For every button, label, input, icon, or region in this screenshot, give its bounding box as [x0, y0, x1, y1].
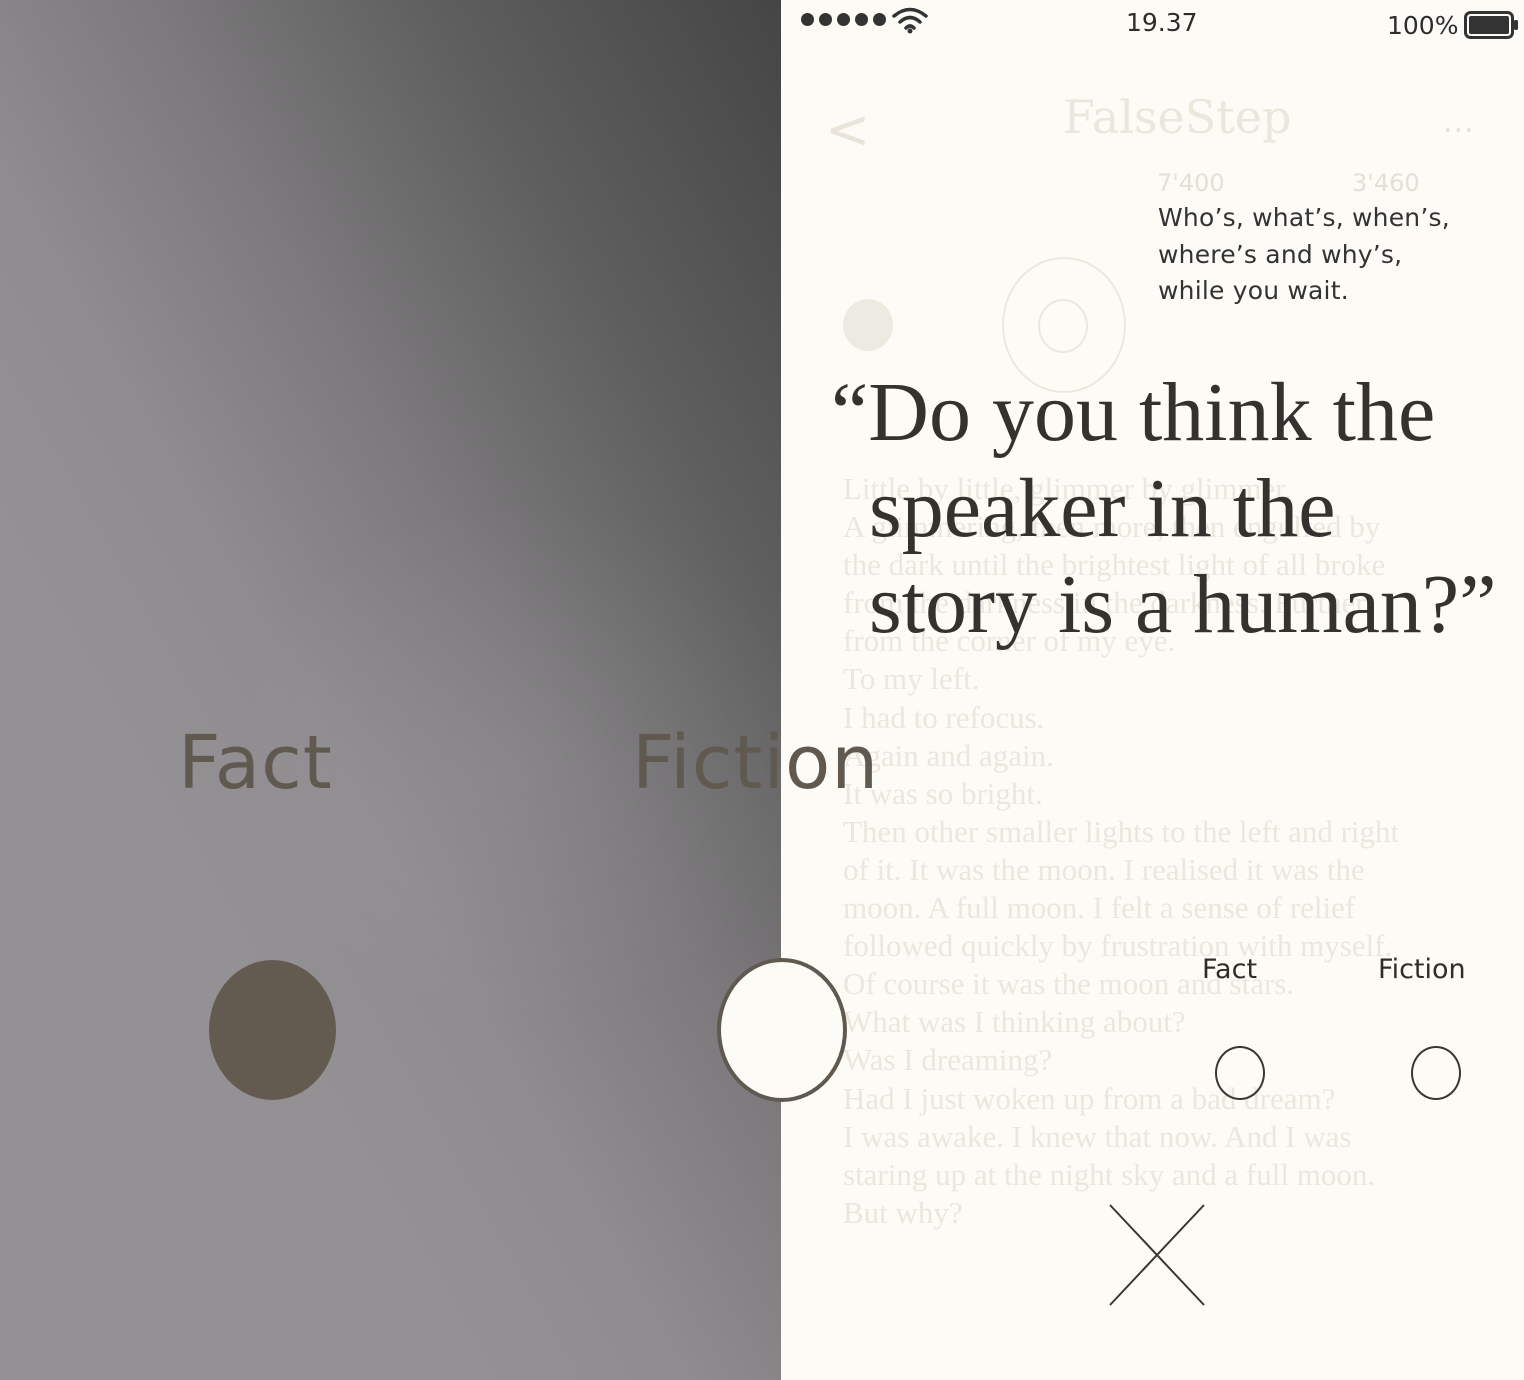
- story-line: To my left.: [843, 661, 980, 697]
- story-line: moon. A full moon. I felt a sense of rel…: [843, 890, 1356, 926]
- stat-value-2: 3'460: [1352, 169, 1420, 197]
- zoomed-fiction-radio[interactable]: [717, 958, 847, 1102]
- fact-option-radio[interactable]: [1215, 1046, 1265, 1100]
- story-line: I was awake. I knew that now. And I was: [843, 1118, 1352, 1154]
- fiction-option-radio[interactable]: [1411, 1046, 1461, 1100]
- story-line: Again and again.: [843, 737, 1054, 773]
- tagline-line: where’s and why’s,: [1158, 239, 1403, 269]
- fiction-option-label: Fiction: [1378, 954, 1466, 985]
- app-title: FalseStep: [1063, 90, 1292, 144]
- story-line: of it. It was the moon. I realised it wa…: [843, 851, 1365, 887]
- zoomed-answer-panel: Fact Fiction: [0, 0, 878, 1380]
- story-line: I had to refocus.: [843, 699, 1045, 735]
- story-line: Was I dreaming?: [843, 1042, 1053, 1078]
- fact-option-label: Fact: [1202, 954, 1258, 985]
- close-icon[interactable]: [1108, 1203, 1206, 1307]
- faded-ring-inner: [1038, 299, 1088, 353]
- tagline-line: Who’s, what’s, when’s,: [1158, 203, 1450, 232]
- zoomed-fact-radio-selected[interactable]: [209, 960, 336, 1100]
- phone-screen: 19.37 100% < FalseStep ... 7'400 3'460 L…: [781, 0, 1524, 1380]
- comparison-stage: Fact Fiction 19.37 100% < FalseStep ... …: [0, 0, 1524, 1380]
- stat-value-1: 7'400: [1157, 169, 1225, 197]
- more-options-button[interactable]: ...: [1443, 105, 1475, 140]
- quiz-tagline: Who’s, what’s, when’s, where’s and why’s…: [1158, 200, 1450, 310]
- cellular-signal-icon: [801, 13, 886, 26]
- tagline-line: while you wait.: [1158, 276, 1349, 305]
- status-bar: 19.37 100%: [781, 0, 1524, 56]
- story-line: Then other smaller lights to the left an…: [843, 813, 1400, 849]
- quiz-question: “Do you think the speaker in the story i…: [831, 365, 1497, 653]
- status-time: 19.37: [1126, 8, 1198, 37]
- story-line: What was I thinking about?: [843, 1004, 1186, 1040]
- question-line: “Do you think the: [831, 366, 1436, 459]
- back-button[interactable]: <: [825, 98, 870, 161]
- question-line: story is a human?”: [869, 558, 1497, 651]
- battery-percentage: 100%: [1387, 11, 1459, 40]
- story-line: It was so bright.: [843, 775, 1043, 811]
- story-line: Had I just woken up from a bad dream?: [843, 1080, 1336, 1116]
- question-line: speaker in the: [869, 462, 1336, 555]
- battery-full-icon: [1464, 11, 1518, 39]
- zoomed-fiction-label: Fiction: [632, 720, 880, 806]
- panel-gradient-overlay: [0, 0, 781, 1380]
- story-line: staring up at the night sky and a full m…: [843, 1156, 1376, 1192]
- wifi-icon: [892, 7, 928, 34]
- faded-progress-dot: [843, 299, 893, 351]
- zoomed-fact-label: Fact: [178, 720, 333, 806]
